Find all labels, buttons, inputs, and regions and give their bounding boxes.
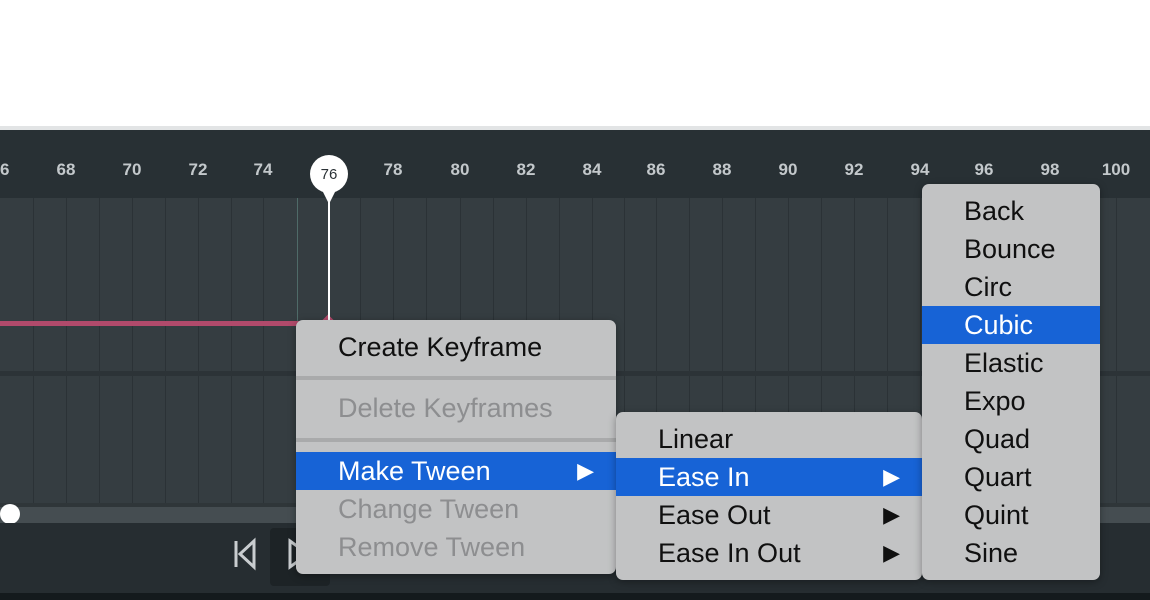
top-blank-area [0,0,1150,126]
ruler-tick: 84 [582,160,602,179]
menu-item-ease-in[interactable]: Ease In ▶ [616,458,922,496]
menu-item-quint[interactable]: Quint [922,496,1100,534]
menu-item-back[interactable]: Back [922,192,1100,230]
submenu-arrow-icon: ▶ [577,458,594,483]
grid-line [263,198,264,503]
grid-line [198,198,199,503]
scrollbar-handle[interactable] [0,504,20,524]
skip-back-icon[interactable] [232,537,258,578]
menu-item-ease-out[interactable]: Ease Out ▶ [616,496,922,534]
submenu-arrow-icon: ▶ [883,502,900,527]
grid-line [231,198,232,503]
tween-submenu: Linear Ease In ▶ Ease Out ▶ Ease In Out … [616,412,922,580]
menu-item-elastic[interactable]: Elastic [922,344,1100,382]
ruler-tick: 72 [188,160,208,179]
submenu-arrow-icon: ▶ [883,464,900,489]
grid-line [33,198,34,503]
ruler-tick: 74 [253,160,273,179]
ruler-tick: 78 [383,160,403,179]
ruler-tick: 90 [778,160,798,179]
menu-item-change-tween: Change Tween [338,494,520,524]
ruler-tick: 66 [0,160,10,179]
menu-item-remove-tween: Remove Tween [338,532,526,562]
ruler-tick: 100 [1101,160,1131,179]
ruler-tick: 86 [646,160,666,179]
menu-item-ease-in-out[interactable]: Ease In Out ▶ [616,534,922,572]
menu-item-label: Ease In [658,462,750,492]
menu-item-cubic[interactable]: Cubic [922,306,1100,344]
ruler-tick: 68 [56,160,76,179]
menu-item-linear[interactable]: Linear [616,420,922,458]
menu-separator [296,438,616,442]
ruler-tick: 96 [974,160,994,179]
menu-item-label: Make Tween [338,456,491,486]
grid-line [165,198,166,503]
ruler-tick: 80 [450,160,470,179]
ruler-tick: 92 [844,160,864,179]
grid-line [66,198,67,503]
menu-item-make-tween[interactable]: Make Tween ▶ [296,452,616,490]
menu-item-sine[interactable]: Sine [922,534,1100,572]
menu-item-expo[interactable]: Expo [922,382,1100,420]
ease-type-submenu: Back Bounce Circ Cubic Elastic Expo Quad… [922,184,1100,580]
grid-line [99,198,100,503]
menu-item-quart[interactable]: Quart [922,458,1100,496]
menu-item-create-keyframe[interactable]: Create Keyframe [296,328,616,366]
ruler-tick: 88 [712,160,732,179]
timeline-context-menu: Create Keyframe Delete Keyframes Make Tw… [296,320,616,574]
grid-line [1116,198,1117,503]
tween-track-bar[interactable] [0,321,328,326]
playhead-frame-marker[interactable]: 76 [310,155,348,193]
menu-item-bounce[interactable]: Bounce [922,230,1100,268]
submenu-arrow-icon: ▶ [883,540,900,565]
menu-item-circ[interactable]: Circ [922,268,1100,306]
menu-item-label: Ease In Out [658,538,801,568]
grid-line [132,198,133,503]
ruler-tick: 70 [122,160,142,179]
ruler-tick: 94 [910,160,930,179]
menu-item-quad[interactable]: Quad [922,420,1100,458]
ruler-tick: 82 [516,160,536,179]
footer-strip [0,593,1150,600]
menu-item-delete-keyframes: Delete Keyframes [338,393,553,423]
ruler-tick: 98 [1040,160,1060,179]
menu-item-label: Ease Out [658,500,771,530]
menu-separator [296,376,616,380]
